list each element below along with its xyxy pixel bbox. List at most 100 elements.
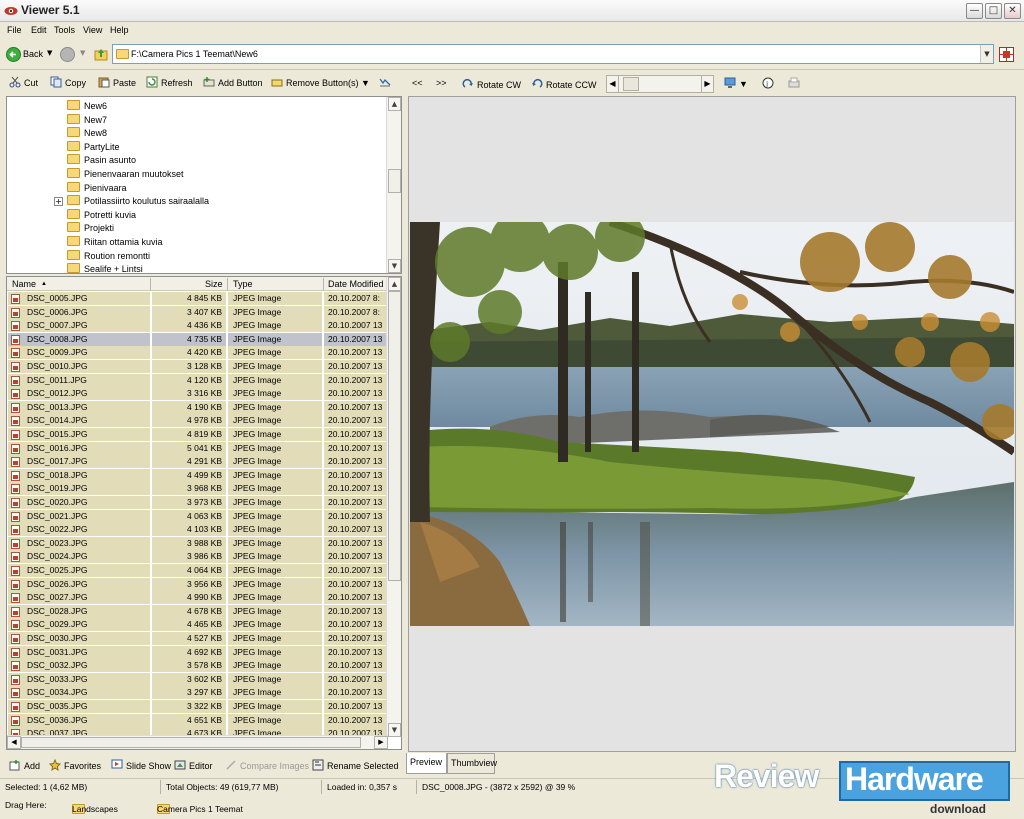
- tree-folder-item[interactable]: Pienivaara: [67, 181, 127, 195]
- forward-dropdown-icon[interactable]: ▼: [80, 49, 85, 57]
- tree-folder-item[interactable]: New7: [67, 113, 107, 127]
- copy-button[interactable]: Copy: [50, 76, 86, 88]
- scroll-down-icon[interactable]: ▼: [388, 259, 401, 273]
- up-folder-icon[interactable]: [94, 47, 108, 61]
- menu-file[interactable]: File: [7, 25, 22, 35]
- tree-scrollbar[interactable]: ▲ ▼: [386, 97, 401, 273]
- column-size[interactable]: Size: [205, 279, 223, 289]
- file-row[interactable]: DSC_0027.JPG 4 990 KB JPEG Image 20.10.2007…: [7, 591, 388, 605]
- toolbar-customize-icon[interactable]: [379, 76, 394, 88]
- file-row[interactable]: DSC_0006.JPG 3 407 KB JPEG Image 20.10.2007…: [7, 305, 388, 320]
- print-icon[interactable]: [788, 77, 803, 89]
- file-row[interactable]: DSC_0030.JPG 4 527 KB JPEG Image 20.10.2007…: [7, 632, 388, 646]
- add-button[interactable]: Add: [9, 759, 40, 771]
- favorites-button[interactable]: Favorites: [49, 759, 101, 771]
- cut-button[interactable]: Cut: [9, 76, 38, 88]
- tree-expander-icon[interactable]: +: [54, 197, 63, 207]
- tree-folder-item[interactable]: Roution remontti: [67, 249, 150, 263]
- tab-thumbview[interactable]: Thumbview: [447, 753, 497, 774]
- scroll-up-icon[interactable]: ▲: [388, 277, 401, 291]
- next-image-button[interactable]: >>: [436, 78, 447, 88]
- refresh-button[interactable]: Refresh: [146, 76, 193, 88]
- scroll-up-icon[interactable]: ▲: [388, 97, 401, 111]
- file-row[interactable]: DSC_0016.JPG 5 041 KB JPEG Image 20.10.2007…: [7, 441, 388, 456]
- tree-folder-item[interactable]: Potilassiirto koulutus sairaalalla: [67, 195, 209, 208]
- file-row[interactable]: DSC_0028.JPG 4 678 KB JPEG Image 20.10.2007…: [7, 604, 388, 619]
- column-type[interactable]: Type: [233, 279, 253, 289]
- scroll-down-icon[interactable]: ▼: [388, 723, 401, 737]
- file-row[interactable]: DSC_0032.JPG 3 578 KB JPEG Image 20.10.2007…: [7, 659, 388, 673]
- add-button-button[interactable]: Add Button: [203, 76, 263, 88]
- file-row[interactable]: DSC_0011.JPG 4 120 KB JPEG Image 20.10.2007…: [7, 373, 388, 388]
- slider-left-arrow-icon[interactable]: ◀: [607, 76, 619, 92]
- file-row[interactable]: DSC_0009.JPG 4 420 KB JPEG Image 20.10.2007…: [7, 346, 388, 360]
- scroll-left-icon[interactable]: ◀: [7, 736, 21, 749]
- file-row[interactable]: DSC_0019.JPG 3 968 KB JPEG Image 20.10.2007…: [7, 482, 388, 496]
- tree-folder-item[interactable]: Riitan ottamia kuvia: [67, 236, 163, 249]
- tree-folder-item[interactable]: PartyLite: [67, 140, 120, 154]
- back-dropdown-icon[interactable]: ▼: [47, 49, 52, 57]
- paste-button[interactable]: Paste: [98, 76, 136, 88]
- file-row[interactable]: DSC_0031.JPG 4 692 KB JPEG Image 20.10.2007…: [7, 645, 388, 660]
- file-row[interactable]: DSC_0014.JPG 4 978 KB JPEG Image 20.10.2007…: [7, 414, 388, 428]
- rotate-cw-button[interactable]: Rotate CW: [462, 78, 521, 90]
- file-row[interactable]: DSC_0013.JPG 4 190 KB JPEG Image 20.10.2007…: [7, 400, 388, 415]
- file-row[interactable]: DSC_0017.JPG 4 291 KB JPEG Image 20.10.2007…: [7, 455, 388, 469]
- fullscreen-monitor-icon[interactable]: ▼: [724, 77, 748, 89]
- file-row[interactable]: DSC_0008.JPG 4 735 KB JPEG Image 20.10.2007…: [7, 332, 388, 347]
- file-row[interactable]: DSC_0021.JPG 4 063 KB JPEG Image 20.10.2007…: [7, 509, 388, 524]
- file-row[interactable]: DSC_0024.JPG 3 986 KB JPEG Image 20.10.2007…: [7, 550, 388, 564]
- tab-preview[interactable]: Preview: [406, 753, 447, 774]
- file-row[interactable]: DSC_0036.JPG 4 651 KB JPEG Image 20.10.2007…: [7, 713, 388, 728]
- preview-image[interactable]: [410, 222, 1014, 626]
- file-row[interactable]: DSC_0035.JPG 3 322 KB JPEG Image 20.10.2007…: [7, 700, 388, 714]
- back-arrow-icon[interactable]: [6, 47, 21, 62]
- tree-folder-item[interactable]: Pienenvaaran muutokset: [67, 168, 184, 181]
- file-row[interactable]: DSC_0018.JPG 4 499 KB JPEG Image 20.10.2007…: [7, 468, 388, 483]
- slider-right-arrow-icon[interactable]: ▶: [701, 76, 713, 92]
- rotate-ccw-button[interactable]: Rotate CCW: [531, 78, 597, 90]
- file-row[interactable]: DSC_0022.JPG 4 103 KB JPEG Image 20.10.2007…: [7, 523, 388, 537]
- file-row[interactable]: DSC_0025.JPG 4 064 KB JPEG Image 20.10.2007…: [7, 564, 388, 578]
- previous-image-button[interactable]: <<: [412, 78, 423, 88]
- file-row[interactable]: DSC_0026.JPG 3 956 KB JPEG Image 20.10.2007…: [7, 577, 388, 592]
- file-row[interactable]: DSC_0033.JPG 3 602 KB JPEG Image 20.10.2007…: [7, 672, 388, 687]
- back-button[interactable]: Back: [23, 49, 43, 59]
- editor-button[interactable]: Editor: [174, 759, 213, 771]
- minimize-button[interactable]: —: [966, 3, 983, 19]
- menu-edit[interactable]: Edit: [31, 25, 47, 35]
- tree-folder-item[interactable]: Sealife + Lintsi: [67, 263, 143, 273]
- hotspot-icon[interactable]: [999, 47, 1014, 62]
- menu-view[interactable]: View: [83, 25, 102, 35]
- scroll-thumb[interactable]: [388, 169, 401, 193]
- menu-help[interactable]: Help: [110, 25, 129, 35]
- file-row[interactable]: DSC_0034.JPG 3 297 KB JPEG Image 20.10.2007…: [7, 686, 388, 700]
- forward-arrow-icon[interactable]: [60, 47, 75, 62]
- slide-show-button[interactable]: Slide Show: [111, 759, 171, 771]
- tree-folder-item[interactable]: New6: [67, 100, 107, 113]
- file-row[interactable]: DSC_0005.JPG 4 845 KB JPEG Image 20.10.2007…: [7, 292, 388, 306]
- file-row[interactable]: DSC_0015.JPG 4 819 KB JPEG Image 20.10.2007…: [7, 428, 388, 442]
- tree-folder-item[interactable]: Potretti kuvia: [67, 208, 136, 222]
- file-row[interactable]: DSC_0023.JPG 3 988 KB JPEG Image 20.10.2007…: [7, 536, 388, 551]
- file-list-hscrollbar[interactable]: ◀ ▶: [7, 735, 388, 749]
- file-row[interactable]: DSC_0029.JPG 4 465 KB JPEG Image 20.10.2007…: [7, 618, 388, 632]
- column-date-modified[interactable]: Date Modified: [328, 279, 384, 289]
- scroll-right-icon[interactable]: ▶: [374, 736, 388, 749]
- maximize-button[interactable]: □: [985, 3, 1002, 19]
- rename-selected-button[interactable]: Rename Selected: [312, 759, 399, 771]
- tree-folder-item[interactable]: Pasin asunto: [67, 154, 136, 167]
- file-row[interactable]: DSC_0010.JPG 3 128 KB JPEG Image 20.10.2007…: [7, 360, 388, 374]
- tree-folder-item[interactable]: Projekti: [67, 222, 114, 235]
- close-button[interactable]: ✕: [1004, 3, 1021, 19]
- scroll-thumb[interactable]: [388, 291, 401, 581]
- compare-images-button[interactable]: Compare Images: [225, 759, 309, 771]
- tree-folder-item[interactable]: New8: [67, 127, 107, 140]
- scroll-thumb[interactable]: [21, 737, 361, 748]
- slider-thumb[interactable]: [623, 77, 639, 91]
- address-dropdown-icon[interactable]: ▼: [980, 45, 993, 63]
- file-list-scrollbar[interactable]: ▲ ▼: [386, 277, 401, 737]
- file-row[interactable]: DSC_0012.JPG 3 316 KB JPEG Image 20.10.2007…: [7, 387, 388, 401]
- zoom-slider[interactable]: ◀ ▶: [606, 75, 714, 93]
- remove-buttons-button[interactable]: Remove Button(s) ▼: [271, 76, 370, 88]
